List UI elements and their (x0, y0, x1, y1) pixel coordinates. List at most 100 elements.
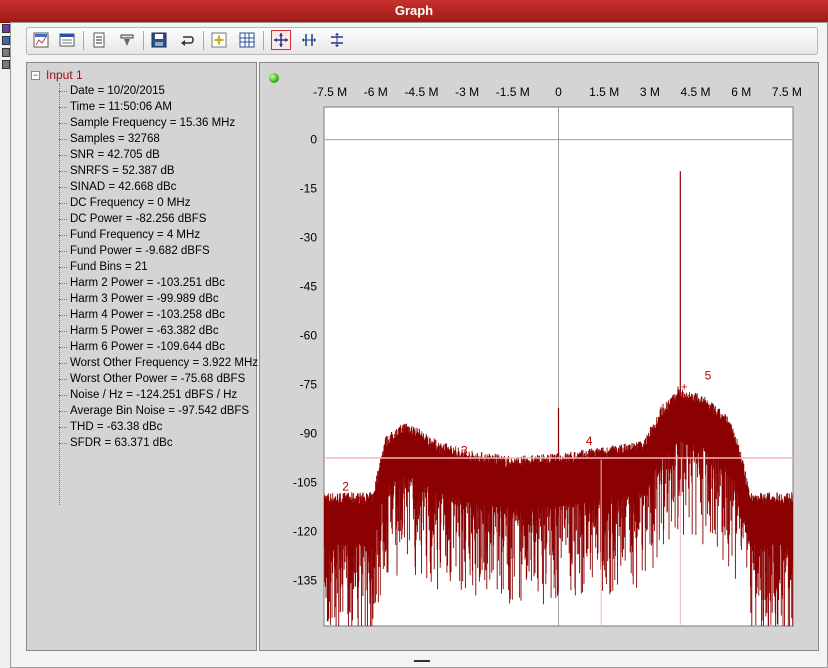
worst-other-marker: + (681, 382, 687, 394)
tree-item[interactable]: Time = 11:50:06 AM (59, 99, 172, 115)
tree-item[interactable]: DC Frequency = 0 MHz (59, 195, 190, 211)
tree-root-label: Input 1 (46, 68, 83, 82)
tree-item[interactable]: Date = 10/20/2015 (59, 83, 165, 99)
tree-item-label: SNRFS = 52.387 dB (70, 165, 175, 177)
y-tick-label: -135 (293, 573, 317, 587)
x-tick-label: 7.5 M (772, 85, 802, 99)
tree-item[interactable]: DC Power = -82.256 dBFS (59, 211, 206, 227)
y-tick-label: -45 (300, 280, 318, 294)
zoom-vertical-icon[interactable] (327, 30, 347, 50)
tree-connector (59, 202, 67, 204)
tree-connector (59, 282, 67, 284)
x-tick-label: -7.5 M (313, 85, 347, 99)
tree-item-label: DC Power = -82.256 dBFS (70, 213, 207, 225)
tree-connector (59, 90, 67, 92)
grid-icon[interactable] (237, 30, 257, 50)
tree-connector (59, 426, 67, 428)
tree-item[interactable]: SINAD = 42.668 dBc (59, 179, 176, 195)
tree-item-label: Harm 6 Power = -109.644 dBc (70, 341, 226, 353)
tree-item[interactable]: THD = -63.38 dBc (59, 419, 162, 435)
x-tick-label: -3 M (455, 85, 479, 99)
zoom-horizontal-icon[interactable] (299, 30, 319, 50)
harmonic-marker-label: 2 (342, 480, 349, 494)
tree-item[interactable]: SFDR = 63.371 dBc (59, 435, 173, 451)
tree-item[interactable]: Fund Power = -9.682 dBFS (59, 243, 210, 259)
tree-connector (59, 138, 67, 140)
spectrum-chart[interactable]: 0 -15 -30 -45 -60 -75 -90 -105 -120 -135 -7.5 M -6 … (260, 63, 818, 650)
tree-connector (59, 106, 67, 108)
spectrum-plot-panel: 0 -15 -30 -45 -60 -75 -90 -105 -120 -135 -7.5 M -6 … (259, 62, 819, 651)
tree-item[interactable]: Harm 5 Power = -63.382 dBc (59, 323, 219, 339)
tree-item-label: Worst Other Frequency = 3.922 MHz (70, 357, 259, 369)
y-tick-label: -60 (300, 328, 318, 342)
tree-connector (59, 186, 67, 188)
tree-item[interactable]: Worst Other Power = -75.68 dBFS (59, 371, 245, 387)
x-tick-label: 6 M (731, 85, 751, 99)
tree-item-label: Noise / Hz = -124.251 dBFS / Hz (70, 389, 238, 401)
save-icon[interactable] (149, 30, 169, 50)
tree-item-label: THD = -63.38 dBc (70, 421, 163, 433)
tree-connector (59, 298, 67, 300)
tree-item-label: Harm 5 Power = -63.382 dBc (70, 325, 219, 337)
results-tree-panel: − Input 1 Date = 10/20/2015 Time = 11:50:… (26, 62, 258, 651)
x-tick-label: 0 (555, 85, 562, 99)
tree-connector (59, 410, 67, 412)
toolbar-separator (83, 31, 84, 50)
list-icon[interactable] (89, 30, 109, 50)
x-tick-label: 3 M (640, 85, 660, 99)
collapse-icon[interactable]: − (31, 70, 40, 80)
resize-grip[interactable] (414, 660, 430, 662)
tree-item-label: SINAD = 42.668 dBc (70, 181, 177, 193)
pan-icon[interactable] (271, 30, 291, 50)
graph-toolbar (26, 27, 818, 55)
window-title-bar: Graph (0, 0, 828, 23)
tree-item-label: Samples = 32768 (70, 133, 160, 145)
tree-connector (59, 250, 67, 252)
tree-root-node[interactable]: − Input 1 (31, 67, 83, 83)
spark-icon[interactable] (209, 30, 229, 50)
tree-connector (59, 346, 67, 348)
tree-connector (59, 330, 67, 332)
y-tick-label: -15 (300, 182, 318, 196)
tree-item[interactable]: Harm 6 Power = -109.644 dBc (59, 339, 225, 355)
y-tick-label: -30 (300, 231, 318, 245)
tree-item[interactable]: Average Bin Noise = -97.542 dBFS (59, 403, 249, 419)
tree-item-label: Fund Frequency = 4 MHz (70, 229, 201, 241)
side-dock-handles[interactable] (0, 22, 10, 82)
tree-connector (59, 394, 67, 396)
tree-item[interactable]: Samples = 32768 (59, 131, 160, 147)
harmonic-marker-label: 5 (705, 369, 712, 383)
window-icon[interactable] (57, 30, 77, 50)
tree-item-label: Sample Frequency = 15.36 MHz (70, 117, 236, 129)
chart-properties-icon[interactable] (31, 30, 51, 50)
undo-icon[interactable] (177, 30, 197, 50)
x-tick-label: -1.5 M (496, 85, 530, 99)
tree-item[interactable]: SNR = 42.705 dB (59, 147, 160, 163)
tree-connector (59, 154, 67, 156)
x-tick-label: 1.5 M (589, 85, 619, 99)
tree-item-label: Time = 11:50:06 AM (70, 101, 172, 113)
tree-item[interactable]: SNRFS = 52.387 dB (59, 163, 175, 179)
tree-item[interactable]: Harm 3 Power = -99.989 dBc (59, 291, 219, 307)
toolbar-separator (203, 31, 204, 50)
tree-item-label: DC Frequency = 0 MHz (70, 197, 191, 209)
harmonic-marker-label: 3 (461, 444, 468, 458)
tree-item[interactable]: Sample Frequency = 15.36 MHz (59, 115, 235, 131)
tree-item[interactable]: Worst Other Frequency = 3.922 MHz (59, 355, 258, 371)
filter-icon[interactable] (117, 30, 137, 50)
x-tick-label: 4.5 M (681, 85, 711, 99)
tree-connector (59, 234, 67, 236)
tree-connector (59, 218, 67, 220)
toolbar-separator (263, 31, 264, 50)
tree-item[interactable]: Fund Frequency = 4 MHz (59, 227, 200, 243)
tree-item-label: Date = 10/20/2015 (70, 85, 165, 97)
y-tick-label: -120 (293, 524, 317, 538)
tree-item[interactable]: Fund Bins = 21 (59, 259, 148, 275)
tree-item[interactable]: Noise / Hz = -124.251 dBFS / Hz (59, 387, 237, 403)
y-tick-label: -75 (300, 377, 318, 391)
tree-item-label: Average Bin Noise = -97.542 dBFS (70, 405, 250, 417)
tree-item[interactable]: Harm 2 Power = -103.251 dBc (59, 275, 225, 291)
tree-connector (59, 442, 67, 444)
tree-item[interactable]: Harm 4 Power = -103.258 dBc (59, 307, 225, 323)
tree-item-label: Fund Power = -9.682 dBFS (70, 245, 210, 257)
